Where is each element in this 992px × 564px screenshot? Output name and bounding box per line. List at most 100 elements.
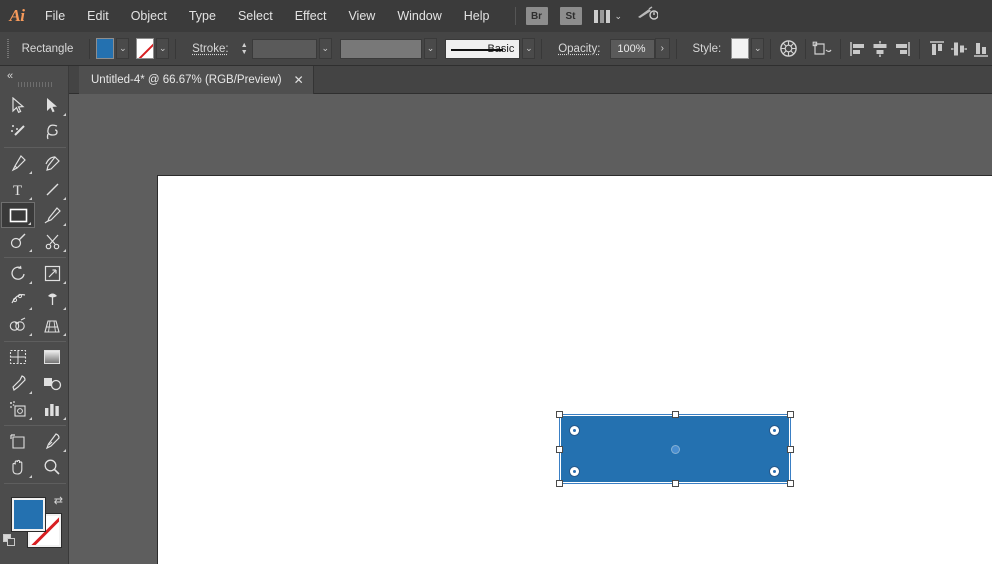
illustrator-window: Ai File Edit Object Type Select Effect V…: [0, 0, 992, 564]
swap-fill-stroke-icon[interactable]: ⇄: [54, 494, 63, 507]
align-center-horizontal-icon[interactable]: [869, 36, 891, 62]
menu-help[interactable]: Help: [453, 0, 501, 32]
tool-flyout-indicator: [29, 333, 32, 336]
corner-radius-widget-bottom-left[interactable]: [570, 467, 579, 476]
default-fill-stroke-icon[interactable]: [3, 534, 16, 547]
menu-effect[interactable]: Effect: [284, 0, 338, 32]
column-graph-tool[interactable]: [35, 396, 69, 422]
handle-top-center[interactable]: [671, 411, 679, 418]
recolor-artwork-icon[interactable]: [777, 36, 799, 62]
style-label: Style:: [692, 42, 722, 55]
control-divider: [770, 38, 772, 59]
brush-definition-chevron-icon[interactable]: ⌄: [522, 38, 536, 59]
hand-tool[interactable]: [1, 454, 35, 480]
fill-color-proxy[interactable]: [12, 498, 45, 531]
control-divider: [805, 38, 807, 59]
control-divider: [541, 38, 543, 59]
opacity-input[interactable]: 100%: [610, 38, 655, 59]
align-center-vertical-icon[interactable]: [948, 36, 970, 62]
shape-builder-tool[interactable]: [1, 312, 35, 338]
style-chevron-icon[interactable]: ⌄: [751, 38, 765, 59]
scale-tool[interactable]: [35, 260, 69, 286]
shaper-tool[interactable]: [1, 228, 35, 254]
stock-icon[interactable]: St: [559, 7, 582, 25]
close-icon[interactable]: ✕: [294, 74, 304, 86]
align-left-icon[interactable]: [847, 36, 869, 62]
align-right-icon[interactable]: [891, 36, 913, 62]
handle-middle-left[interactable]: [556, 445, 563, 453]
artboard[interactable]: [157, 175, 992, 564]
variable-width-chevron-icon[interactable]: ⌄: [424, 38, 438, 59]
rotate-tool[interactable]: [1, 260, 35, 286]
handle-top-right[interactable]: [787, 411, 794, 418]
gradient-tool[interactable]: [35, 344, 69, 370]
zoom-tool[interactable]: [35, 454, 69, 480]
tools-panel: « T ⇄: [0, 66, 69, 564]
handle-bottom-center[interactable]: [671, 480, 679, 487]
fill-stroke-proxy: ⇄: [0, 492, 69, 560]
handle-top-left[interactable]: [556, 411, 563, 418]
slice-tool[interactable]: [35, 428, 69, 454]
artboard-tool[interactable]: [1, 428, 35, 454]
scissors-tool[interactable]: [35, 228, 69, 254]
pen-tool[interactable]: [1, 150, 35, 176]
stroke-weight-stepper[interactable]: ▲ ▼: [240, 38, 249, 59]
menu-view[interactable]: View: [337, 0, 386, 32]
menu-window[interactable]: Window: [386, 0, 452, 32]
menu-select[interactable]: Select: [227, 0, 284, 32]
lasso-tool[interactable]: [35, 118, 69, 144]
type-tool[interactable]: T: [1, 176, 35, 202]
illustrator-logo-icon: Ai: [9, 6, 25, 25]
line-segment-tool[interactable]: [35, 176, 69, 202]
stroke-weight-label[interactable]: Stroke:: [182, 43, 238, 55]
corner-radius-widget-top-left[interactable]: [570, 426, 579, 435]
workspace-switcher-icon: [593, 9, 610, 23]
brush-definition-select[interactable]: Basic: [445, 38, 521, 59]
transform-shape-icon[interactable]: [812, 36, 834, 62]
stroke-swatch[interactable]: [136, 38, 155, 59]
mesh-tool[interactable]: [1, 344, 35, 370]
perspective-grid-tool[interactable]: [35, 312, 69, 338]
selection-tool[interactable]: [1, 92, 35, 118]
opacity-label[interactable]: Opacity:: [548, 43, 610, 55]
menu-edit[interactable]: Edit: [76, 0, 120, 32]
align-top-icon[interactable]: [926, 36, 948, 62]
symbol-sprayer-tool[interactable]: [1, 396, 35, 422]
direct-selection-tool[interactable]: [35, 92, 69, 118]
menu-type[interactable]: Type: [178, 0, 227, 32]
stroke-weight-chevron-icon[interactable]: ⌄: [318, 38, 332, 59]
workspace-switcher[interactable]: ⌄: [593, 9, 622, 23]
tools-panel-drag-handle[interactable]: [18, 82, 52, 87]
tool-flyout-indicator: [63, 333, 66, 336]
handle-bottom-left[interactable]: [556, 480, 563, 487]
rectangle-tool[interactable]: [1, 202, 35, 228]
variable-width-profile-select[interactable]: [340, 38, 422, 59]
handle-middle-right[interactable]: [787, 445, 794, 453]
svg-text:T: T: [13, 183, 22, 198]
handle-bottom-right[interactable]: [787, 480, 794, 487]
fill-dropdown-chevron-icon[interactable]: ⌄: [116, 38, 130, 59]
collapse-panel-icon[interactable]: «: [7, 70, 13, 82]
bridge-icon[interactable]: Br: [525, 7, 548, 25]
puppet-warp-tool[interactable]: [35, 286, 69, 312]
document-tab[interactable]: Untitled-4* @ 66.67% (RGB/Preview) ✕: [79, 66, 314, 94]
corner-radius-widget-bottom-right[interactable]: [770, 467, 779, 476]
control-bar-grip[interactable]: [4, 32, 12, 66]
paintbrush-tool[interactable]: [35, 202, 69, 228]
canvas-area[interactable]: [69, 94, 992, 564]
menu-object[interactable]: Object: [120, 0, 178, 32]
stroke-weight-input[interactable]: [251, 38, 317, 59]
menu-file[interactable]: File: [34, 0, 76, 32]
align-bottom-icon[interactable]: [970, 36, 992, 62]
opacity-options-arrow-icon[interactable]: ›: [654, 38, 670, 59]
corner-radius-widget-top-right[interactable]: [770, 426, 779, 435]
fill-swatch[interactable]: [96, 38, 115, 59]
search-illustrator-icon[interactable]: [636, 5, 659, 27]
curvature-tool[interactable]: [35, 150, 69, 176]
eyedropper-tool[interactable]: [1, 370, 35, 396]
stroke-dropdown-chevron-icon[interactable]: ⌄: [156, 38, 170, 59]
magic-wand-tool[interactable]: [1, 118, 35, 144]
width-tool[interactable]: [1, 286, 35, 312]
graphic-style-swatch[interactable]: [731, 38, 750, 59]
blend-tool[interactable]: [35, 370, 69, 396]
